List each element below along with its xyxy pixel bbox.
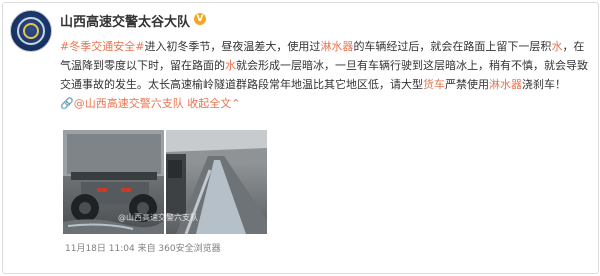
chevron-up-icon: ⌃ — [231, 97, 241, 110]
text-segment: 浇刹车！ — [522, 78, 566, 91]
keyword-link[interactable]: 淋水器 — [489, 78, 522, 91]
post-timestamp-source[interactable]: 11月18日 11:04 来自 360安全浏览器 — [65, 241, 221, 254]
text-segment: 严禁使用 — [445, 78, 489, 91]
mention-link[interactable]: @山西高速交警六支队 — [74, 97, 184, 110]
keyword-link[interactable]: 水 — [225, 59, 236, 72]
keyword-link[interactable]: 淋水器 — [320, 40, 353, 53]
account-name[interactable]: 山西高速交警太谷大队 — [60, 11, 190, 30]
text-segment: 进入初冬季节，昼夜温差大，使用过 — [144, 40, 321, 53]
post-text: #冬季交通安全#进入初冬季节，昼夜温差大，使用过淋水器的车辆经过后，就会在路面上… — [60, 37, 590, 113]
text-segment: 的车辆经过后，就会在路面上留下一层积 — [353, 40, 552, 53]
topic-hashtag-link[interactable]: #冬季交通安全# — [60, 40, 144, 53]
verified-badge-icon: V — [194, 13, 206, 25]
keyword-link[interactable]: 货车 — [423, 78, 445, 91]
keyword-link[interactable]: 水 — [551, 40, 562, 53]
collapse-full-text-link[interactable]: 收起全文 — [187, 97, 231, 110]
image-watermark: @山西高速交警六支队 — [118, 213, 198, 222]
link-icon: 🔗 — [60, 97, 74, 110]
account-avatar[interactable] — [10, 10, 52, 52]
weibo-post-card: 山西高速交警太谷大队 V #冬季交通安全#进入初冬季节，昼夜温差大，使用过淋水器… — [2, 2, 599, 274]
